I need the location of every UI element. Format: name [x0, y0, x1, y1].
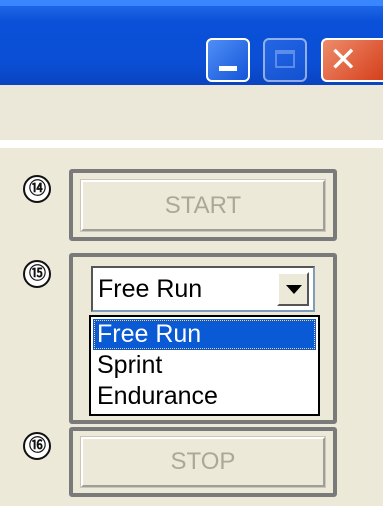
menu-divider: [0, 140, 383, 148]
minimize-button[interactable]: [206, 38, 250, 82]
mode-select-dropdown-button[interactable]: [277, 272, 309, 306]
minimize-icon: [219, 66, 237, 71]
chevron-down-icon: [286, 285, 302, 294]
mode-dropdown-list: Free Run Sprint Endurance: [89, 315, 320, 416]
start-button[interactable]: START: [80, 179, 326, 232]
title-bar: ✕: [0, 0, 383, 85]
mode-option-endurance[interactable]: Endurance: [93, 381, 316, 412]
mode-select[interactable]: Free Run: [91, 266, 315, 312]
mode-option-free-run[interactable]: Free Run: [93, 319, 316, 350]
close-icon: ✕: [329, 40, 358, 80]
callout-mode: ⑮: [23, 260, 51, 288]
maximize-button[interactable]: [263, 38, 307, 82]
maximize-icon: [275, 50, 295, 68]
stop-button[interactable]: STOP: [80, 436, 326, 488]
mode-select-value: Free Run: [98, 275, 203, 303]
close-button[interactable]: ✕: [321, 38, 383, 82]
mode-option-sprint[interactable]: Sprint: [93, 350, 316, 381]
callout-stop: ⑯: [23, 432, 51, 460]
menu-bar: [0, 85, 383, 140]
callout-start: ⑭: [23, 175, 51, 203]
